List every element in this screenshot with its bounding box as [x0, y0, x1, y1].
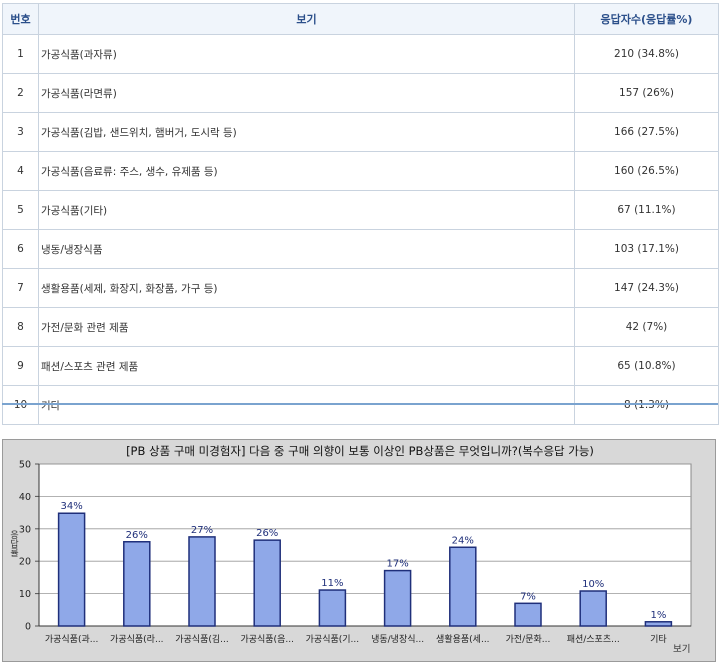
table-body: 1 가공식품(과자류) 210 (34.8%) 2 가공식품(라면류) 157 (26%)… — [2, 34, 719, 425]
y-tick-label: 10 — [19, 589, 31, 600]
row-response-count: 103 (17.1%) — [574, 229, 719, 269]
row-number: 10 — [2, 385, 39, 425]
x-tick-label: 가공식품(음... — [240, 634, 294, 645]
x-tick-label: 생활용품(세... — [436, 633, 490, 645]
results-table: 번호 보기 응답자수(응답률%) 1 가공식품(과자류) 210 (34.8%) 2 가… — [2, 3, 719, 425]
header-count: 응답자수(응답률%) — [574, 3, 719, 35]
data-label: 34% — [60, 501, 82, 512]
row-response-count: 210 (34.8%) — [574, 34, 719, 74]
row-item-label: 패션/스포츠 관련 제품 — [38, 346, 575, 386]
bar — [318, 589, 347, 627]
y-tick-label: 30 — [19, 524, 31, 535]
x-tick-label: 가공식품(라... — [110, 634, 164, 645]
table-row: 2 가공식품(라면류) 157 (26%) — [2, 73, 719, 113]
bar — [57, 512, 86, 627]
row-number: 8 — [2, 307, 39, 347]
table-header-row: 번호 보기 응답자수(응답률%) — [2, 3, 719, 35]
bar — [383, 569, 412, 627]
x-tick-label: 가전/문화... — [506, 634, 551, 645]
table-bottom-border — [2, 403, 718, 405]
row-number: 9 — [2, 346, 39, 386]
row-item-label: 냉동/냉장식품 — [38, 229, 575, 269]
bar — [449, 546, 477, 627]
row-item-label: 기타 — [38, 385, 575, 425]
row-response-count: 147 (24.3%) — [574, 268, 719, 308]
table-row: 6 냉동/냉장식품 103 (17.1%) — [2, 229, 719, 269]
table-row: 3 가공식품(김밥, 샌드위치, 햄버거, 도시락 등) 166 (27.5%) — [2, 112, 719, 152]
bar — [188, 536, 216, 627]
data-label: 10% — [582, 579, 604, 590]
row-number: 5 — [2, 190, 39, 230]
bar — [253, 539, 281, 627]
row-item-label: 가전/문화 관련 제품 — [38, 307, 575, 347]
data-label: 11% — [321, 578, 343, 589]
data-label: 24% — [452, 535, 474, 546]
row-response-count: 65 (10.8%) — [574, 346, 719, 386]
table-row: 10 기타 8 (1.3%) — [2, 385, 719, 425]
row-item-label: 가공식품(김밥, 샌드위치, 햄버거, 도시락 등) — [38, 112, 575, 152]
x-tick-label: 가공식품(김... — [175, 633, 229, 645]
row-item-label: 가공식품(과자류) — [38, 34, 575, 74]
row-item-label: 생활용품(세제, 화장지, 화장품, 가구 등) — [38, 268, 575, 308]
results-table-container: 번호 보기 응답자수(응답률%) 1 가공식품(과자류) 210 (34.8%) 2 가… — [0, 3, 719, 425]
x-tick-label: 가공식품(과... — [45, 634, 99, 645]
row-response-count: 160 (26.5%) — [574, 151, 719, 191]
row-response-count: 166 (27.5%) — [574, 112, 719, 152]
y-axis-label: 응답률 — [8, 530, 18, 557]
row-item-label: 가공식품(라면류) — [38, 73, 575, 113]
row-item-label: 가공식품(기타) — [38, 190, 575, 230]
bar-chart: 0 10 20 30 40 50 34% 가공식품(과... 26% 가공식품(라... 27% 가공… — [19, 460, 692, 645]
row-response-count: 67 (11.1%) — [574, 190, 719, 230]
chart-panel: [PB 상품 구매 미경험자] 다음 중 구매 의향이 보통 이상인 PB상품은… — [2, 439, 716, 662]
x-tick-label: 냉동/냉장식... — [371, 634, 424, 645]
row-response-count: 8 (1.3%) — [574, 385, 719, 425]
y-tick-label: 40 — [19, 492, 31, 503]
row-number: 1 — [2, 34, 39, 74]
row-number: 2 — [2, 73, 39, 113]
table-row: 5 가공식품(기타) 67 (11.1%) — [2, 190, 719, 230]
row-item-label: 가공식품(음료류: 주스, 생수, 유제품 등) — [38, 151, 575, 191]
data-label: 26% — [256, 528, 278, 539]
x-tick-label: 패션/스포츠... — [567, 634, 620, 645]
data-label: 17% — [386, 559, 408, 570]
row-number: 7 — [2, 268, 39, 308]
row-number: 4 — [2, 151, 39, 191]
table-row: 1 가공식품(과자류) 210 (34.8%) — [2, 34, 719, 74]
bar — [644, 621, 673, 627]
table-row: 4 가공식품(음료류: 주스, 생수, 유제품 등) 160 (26.5%) — [2, 151, 719, 191]
row-response-count: 157 (26%) — [574, 73, 719, 113]
bar — [514, 602, 542, 627]
data-label: 1% — [650, 610, 666, 621]
row-number: 3 — [2, 112, 39, 152]
data-label: 7% — [520, 591, 536, 602]
header-number: 번호 — [2, 3, 39, 35]
header-item: 보기 — [38, 3, 575, 35]
bar — [123, 541, 151, 627]
x-tick-label: 기타 — [650, 634, 667, 645]
data-label: 27% — [191, 525, 213, 536]
x-tick-label: 가공식품(기... — [306, 634, 360, 645]
row-number: 6 — [2, 229, 39, 269]
table-row: 8 가전/문화 관련 제품 42 (7%) — [2, 307, 719, 347]
data-label: 26% — [126, 530, 148, 541]
y-tick-label: 20 — [19, 557, 31, 568]
row-response-count: 42 (7%) — [574, 307, 719, 347]
table-row: 7 생활용품(세제, 화장지, 화장품, 가구 등) 147 (24.3%) — [2, 268, 719, 308]
table-row: 9 패션/스포츠 관련 제품 65 (10.8%) — [2, 346, 719, 386]
y-tick-label: 50 — [19, 460, 31, 471]
y-tick-label: 0 — [25, 622, 31, 633]
x-axis-label: 보기 — [673, 644, 691, 655]
bar — [579, 590, 607, 627]
